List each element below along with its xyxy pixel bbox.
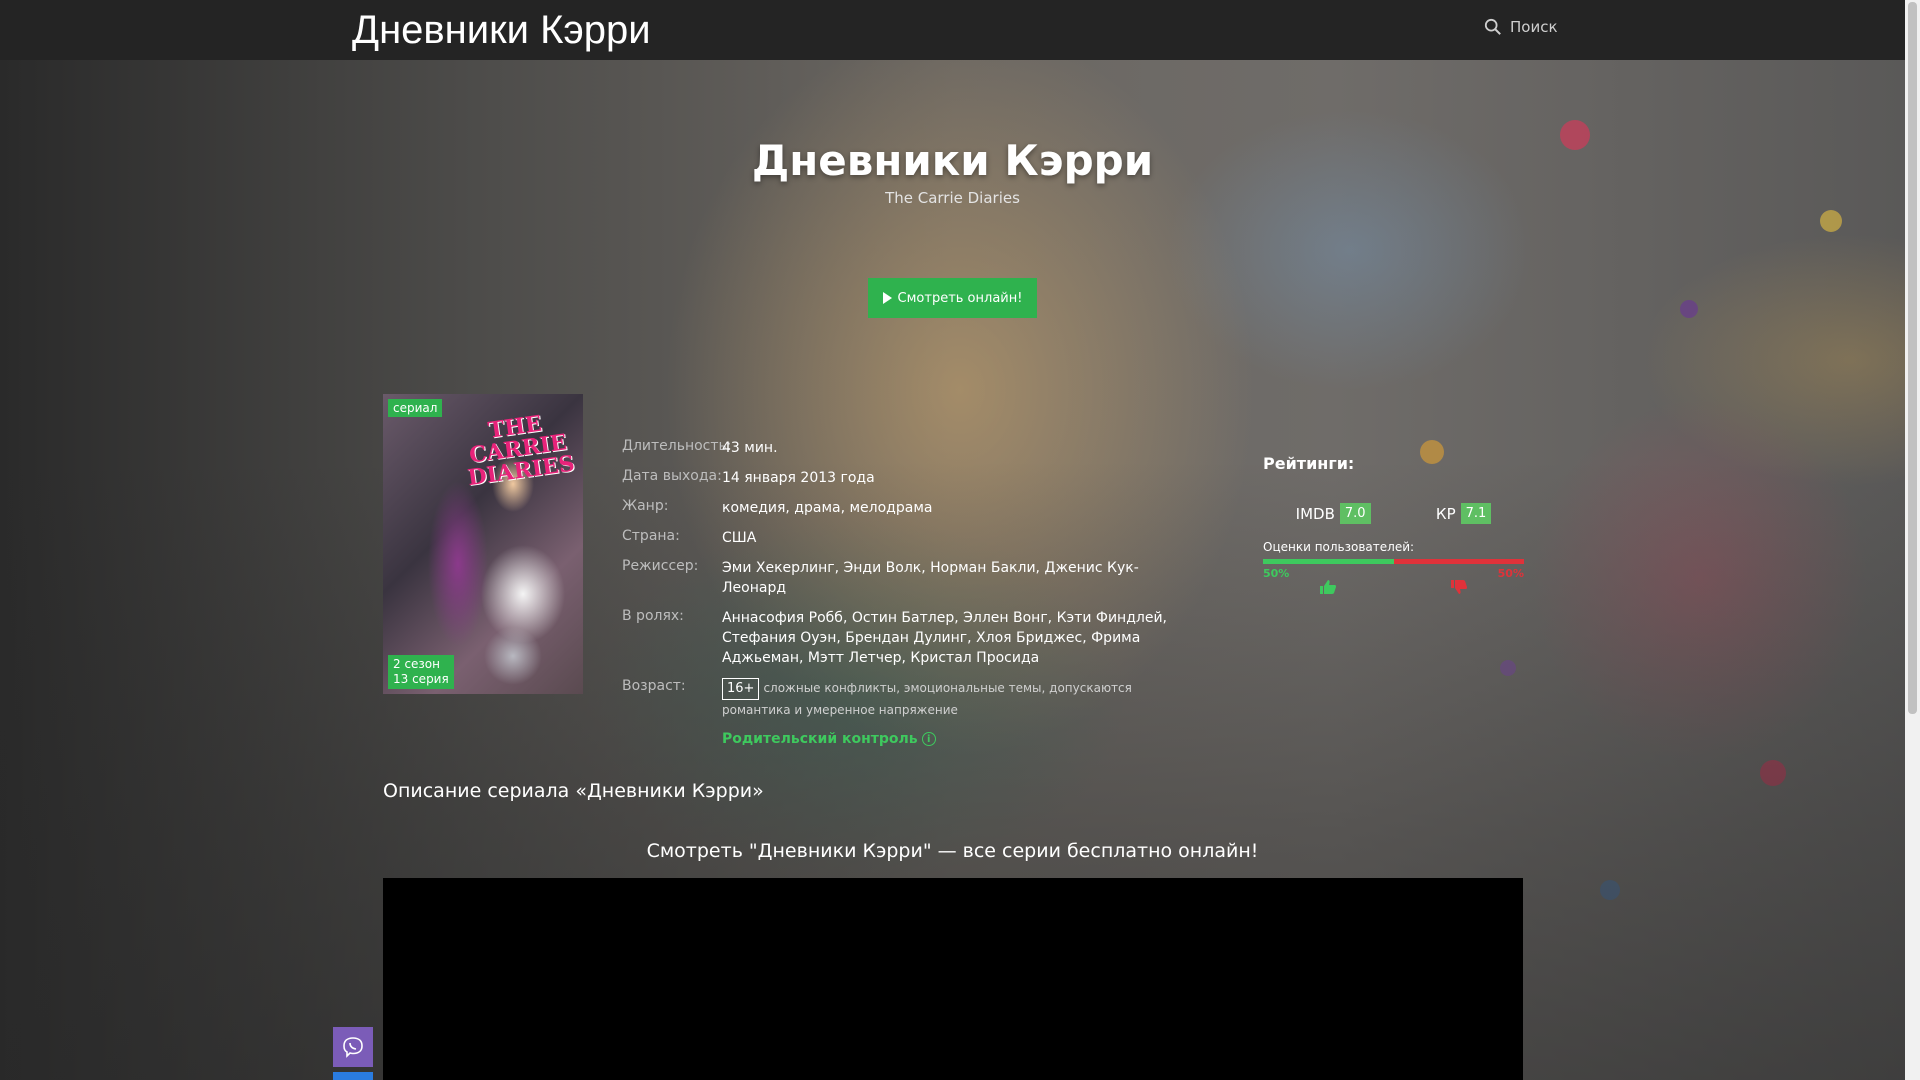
thumbs-down-icon[interactable] — [1450, 580, 1467, 594]
vote-bar-like — [1263, 559, 1394, 564]
watch-online-label: Смотреть онлайн! — [897, 290, 1023, 306]
season-badge: 2 сезон 13 серия — [388, 655, 454, 689]
watch-heading: Смотреть "Дневники Кэрри" — все серии бе… — [646, 840, 1259, 862]
viber-icon — [343, 1037, 363, 1058]
age-badge: 16+ — [722, 678, 760, 700]
info-row-cast: В ролях: Аннасофия Робб, Остин Батлер, Э… — [622, 608, 1202, 668]
scrollbar[interactable] — [1905, 0, 1920, 1080]
search-icon — [1484, 18, 1501, 35]
director-value[interactable]: Эми Хекерлинг, Энди Волк, Норман Бакли, … — [722, 558, 1202, 598]
like-percent: 50% — [1263, 567, 1290, 580]
info-row-country: Страна: США — [622, 528, 1202, 548]
imdb-label: IMDB — [1295, 504, 1335, 523]
parental-control-link[interactable]: Родительский контроль i — [722, 731, 1202, 747]
age-description: сложные конфликты, эмоциональные темы, д… — [722, 681, 1132, 717]
search-box[interactable]: Поиск — [1484, 18, 1558, 36]
cast-value[interactable]: Аннасофия Робб, Остин Батлер, Эллен Вонг… — [722, 608, 1202, 668]
info-row-genre: Жанр: комедия, драма, мелодрама — [622, 498, 1202, 518]
ratings-row: IMDB 7.0 КР 7.1 — [1263, 503, 1524, 524]
info-label: Возраст: — [622, 678, 686, 694]
main-content: Дневники Кэрри The Carrie Diaries Смотре… — [0, 0, 1905, 1080]
watch-online-button[interactable]: Смотреть онлайн! — [868, 278, 1037, 318]
user-ratings-title: Оценки пользователей: — [1263, 540, 1415, 554]
release-value: 14 января 2013 года — [722, 470, 875, 486]
show-title: Дневники Кэрри — [751, 136, 1154, 185]
kp-label: КР — [1435, 504, 1456, 523]
info-icon: i — [921, 732, 936, 746]
poster[interactable]: THE CARRIE DIARIES сериал 2 сезон 13 сер… — [383, 394, 583, 694]
vote-bar-dislike — [1393, 559, 1524, 564]
share-button[interactable] — [333, 1072, 373, 1080]
info-panel: Длительность: 43 мин. Дата выхода: 14 ян… — [622, 438, 1202, 747]
info-label: Дата выхода: — [622, 468, 722, 484]
scrollbar-thumb[interactable] — [1908, 2, 1917, 714]
info-label: Длительность: — [622, 438, 732, 454]
viber-share-button[interactable] — [333, 1027, 373, 1067]
description-heading: Описание сериала «Дневники Кэрри» — [383, 780, 764, 802]
dislike-percent: 50% — [1497, 567, 1524, 580]
ratings-title: Рейтинги: — [1263, 454, 1355, 473]
imdb-rating: IMDB 7.0 — [1296, 503, 1371, 524]
info-row-release: Дата выхода: 14 января 2013 года — [622, 468, 1202, 488]
imdb-score: 7.0 — [1339, 503, 1371, 524]
info-label: В ролях: — [622, 608, 684, 624]
info-label: Режиссер: — [622, 558, 699, 574]
info-label: Жанр: — [622, 498, 669, 514]
play-icon — [882, 292, 892, 304]
genre-value[interactable]: комедия, драма, мелодрама — [722, 498, 932, 518]
kp-score: 7.1 — [1460, 503, 1492, 524]
vote-bar — [1263, 559, 1524, 564]
ratings-panel: Рейтинги: IMDB 7.0 КР 7.1 Оценки пользов… — [1263, 454, 1524, 594]
poster-logo: THE CARRIE DIARIES — [465, 410, 577, 492]
season-label: 2 сезон — [393, 657, 440, 671]
vote-percentages: 50% 50% — [1263, 567, 1524, 580]
site-header: Дневники Кэрри Поиск — [0, 0, 1905, 60]
age-value: 16+ сложные конфликты, эмоциональные темы… — [722, 678, 1202, 721]
search-placeholder[interactable]: Поиск — [1510, 18, 1558, 36]
show-original-title: The Carrie Diaries — [885, 189, 1020, 207]
thumbs-up-icon[interactable] — [1320, 580, 1337, 594]
duration-value: 43 мин. — [722, 440, 778, 456]
vote-buttons — [1263, 580, 1524, 594]
country-value[interactable]: США — [722, 528, 756, 548]
type-badge: сериал — [388, 399, 443, 417]
info-row-age: Возраст: 16+ сложные конфликты, эмоционал… — [622, 678, 1202, 721]
kp-rating: КР 7.1 — [1435, 503, 1492, 524]
video-player[interactable] — [383, 878, 1523, 1080]
episode-label: 13 серия — [393, 672, 449, 686]
info-row-duration: Длительность: 43 мин. — [622, 438, 1202, 458]
info-row-director: Режиссер: Эми Хекерлинг, Энди Волк, Норм… — [622, 558, 1202, 598]
parental-control-label: Родительский контроль — [722, 731, 918, 747]
info-label: Страна: — [622, 528, 680, 544]
site-title[interactable]: Дневники Кэрри — [352, 8, 651, 53]
